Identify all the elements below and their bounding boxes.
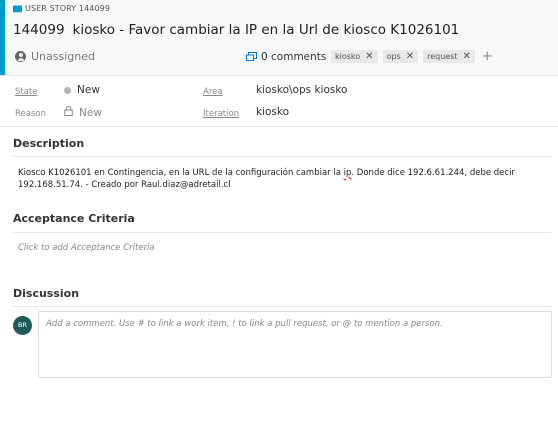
description-divider xyxy=(13,156,551,157)
tag-label: ops xyxy=(386,52,401,61)
description-heading[interactable]: Description xyxy=(13,137,84,150)
acceptance-criteria-heading[interactable]: Acceptance Criteria xyxy=(13,212,135,225)
state-dropdown[interactable]: New xyxy=(64,84,100,96)
tag-label: kiosko xyxy=(335,52,361,61)
assignee-label: Unassigned xyxy=(31,50,95,63)
tag-chip: kiosko ✕ xyxy=(331,50,378,63)
state-value: New xyxy=(77,84,100,96)
book-icon xyxy=(13,5,22,13)
close-icon[interactable]: ✕ xyxy=(463,50,471,63)
iteration-field[interactable]: kiosko xyxy=(256,106,289,118)
tag-chip: request ✕ xyxy=(423,50,475,63)
acceptance-criteria-divider xyxy=(13,232,551,233)
discussion-heading[interactable]: Discussion xyxy=(13,287,79,300)
comment-placeholder: Add a comment. Use # to link a work item… xyxy=(46,319,443,329)
tag-bar: kiosko ✕ ops ✕ request ✕ + xyxy=(331,50,493,63)
avatar: BR xyxy=(13,316,32,335)
assignee-picker[interactable]: Unassigned xyxy=(15,50,95,63)
work-item-type-color-bar xyxy=(0,0,5,75)
acceptance-criteria-input[interactable]: Click to add Acceptance Criteria xyxy=(18,243,155,253)
state-label: State xyxy=(15,87,38,97)
reason-label: Reason xyxy=(15,109,46,119)
close-icon[interactable]: ✕ xyxy=(365,50,373,63)
discussion-divider xyxy=(13,306,551,307)
fields-panel: State New Reason New Area kiosko\ops kio… xyxy=(0,76,558,127)
reason-field: New xyxy=(64,106,102,119)
area-field[interactable]: kiosko\ops kiosko xyxy=(256,84,347,96)
tag-chip: ops ✕ xyxy=(382,50,419,63)
description-text[interactable]: Kiosco K1026101 en Contingencia, en la U… xyxy=(18,167,548,191)
work-item-title-text[interactable]: kiosko - Favor cambiar la IP en la Url d… xyxy=(73,22,460,38)
comment-icon xyxy=(246,52,257,62)
comment-input[interactable]: Add a comment. Use # to link a work item… xyxy=(38,311,552,378)
area-label: Area xyxy=(203,87,223,97)
reason-value: New xyxy=(79,106,102,119)
unassigned-avatar-icon xyxy=(15,51,26,62)
add-tag-icon[interactable]: + xyxy=(482,50,493,63)
close-icon[interactable]: ✕ xyxy=(406,50,414,63)
work-item-type: USER STORY 144099 xyxy=(13,4,110,13)
state-dot-icon xyxy=(64,86,71,94)
work-item-title[interactable]: 144099 kiosko - Favor cambiar la IP en la… xyxy=(13,22,459,38)
comments-link[interactable]: 0 comments xyxy=(246,51,326,63)
tag-label: request xyxy=(427,52,458,61)
lock-icon xyxy=(64,106,73,119)
work-item-id: 144099 xyxy=(13,22,65,38)
iteration-label: Iteration xyxy=(203,109,240,119)
comments-count-label: 0 comments xyxy=(261,51,327,63)
work-item-type-label: USER STORY 144099 xyxy=(25,4,111,13)
